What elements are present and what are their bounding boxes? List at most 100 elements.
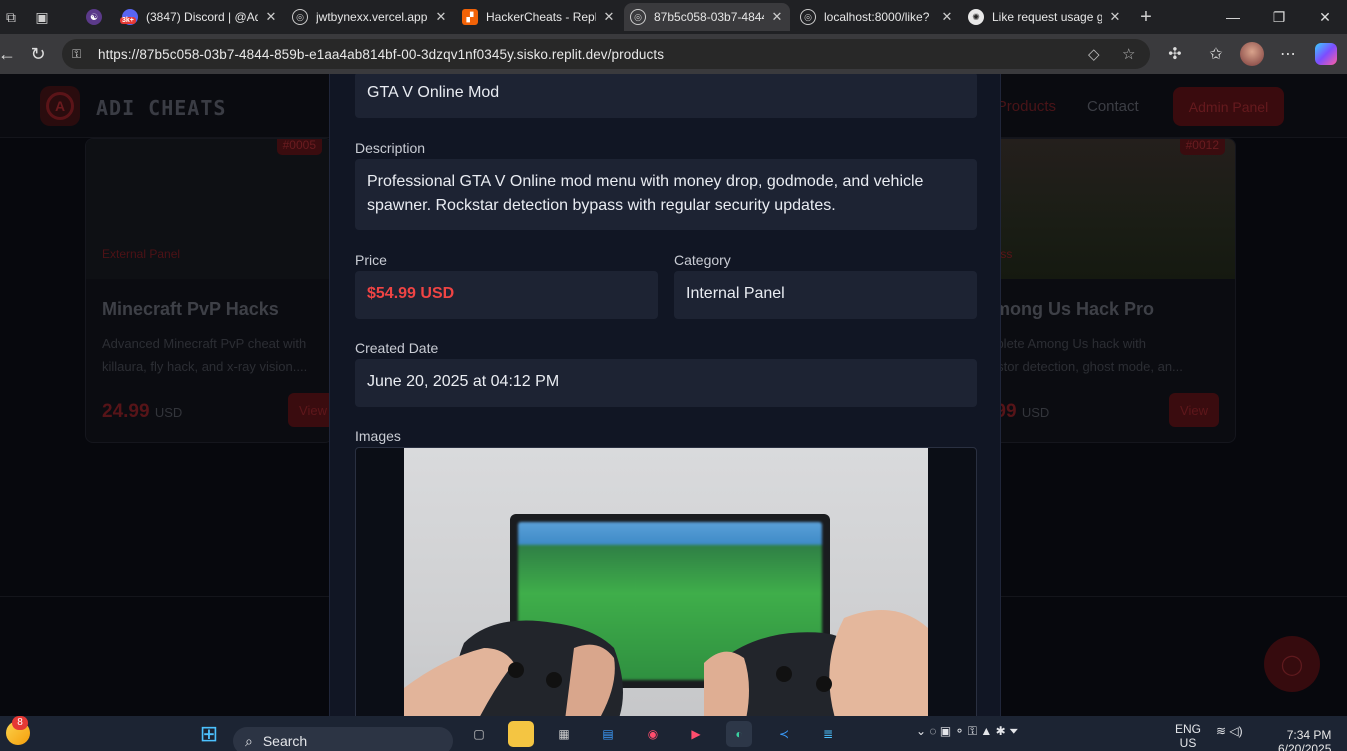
product-card[interactable]: #0005 External Panel Minecraft PvP Hacks… — [85, 138, 333, 443]
close-icon[interactable]: ✕ — [264, 9, 278, 25]
tab-title: Like request usage g — [992, 10, 1102, 24]
language-region: US — [1179, 736, 1197, 750]
favorite-star-icon[interactable]: ☆ — [1122, 39, 1135, 69]
category-field: Internal Panel — [674, 271, 977, 319]
product-category: External Panel — [102, 247, 181, 261]
category-label: Category — [674, 252, 731, 268]
tab-discord[interactable]: 3k+ (3847) Discord | @Ad ✕ — [116, 3, 284, 31]
notification-badge: 8 — [12, 716, 28, 730]
tab-hackercheats[interactable]: ▞ HackerCheats - Repl ✕ — [456, 3, 622, 31]
price-field: $54.99 USD — [355, 271, 658, 319]
pinned-app-icon: ☯ — [86, 9, 102, 25]
search-placeholder: Search — [262, 733, 308, 749]
globe-icon: ◎ — [292, 9, 308, 25]
globe-icon: ◎ — [630, 9, 646, 25]
discord-badge: 3k+ — [120, 17, 136, 24]
clock-time: 7:34 PM — [1286, 728, 1332, 742]
game-app-icon[interactable]: ▦ — [551, 721, 577, 747]
windows-taskbar: 8 ⊞ ⌕ Search ▢ ▦ ▤ ◉ ▶ ◐ ≺ ≣ ⌄ ◌ ▣ ⚬ ⚿ ▲… — [0, 716, 1347, 751]
admin-panel-button[interactable]: Admin Panel — [1173, 87, 1284, 126]
refresh-icon[interactable]: ↻ — [25, 44, 51, 65]
product-card[interactable]: #0012 Bypass Among Us Hack Pro Complete … — [988, 138, 1236, 443]
edge-icon[interactable]: ◐ — [726, 721, 752, 747]
url-text: https://87b5c058-03b7-4844-859b-e1aa4ab8… — [98, 46, 665, 62]
new-tab-icon[interactable]: + — [1135, 6, 1157, 28]
network-volume-icons[interactable]: ≋ ◁) — [1216, 724, 1243, 738]
tab-active-products[interactable]: ◎ 87b5c058-03b7-4844 ✕ — [624, 3, 790, 31]
tracking-icon[interactable]: ◇ — [1088, 39, 1100, 69]
price-currency: USD — [154, 405, 183, 420]
back-icon[interactable]: ← — [0, 44, 20, 65]
url-field[interactable]: ⚿ https://87b5c058-03b7-4844-859b-e1aa4a… — [62, 39, 1150, 69]
product-description: Advanced Minecraft PvP cheat with killau… — [102, 336, 308, 374]
task-view-icon[interactable]: ▢ — [466, 721, 492, 747]
description-field: Professional GTA V Online mod menu with … — [355, 159, 977, 230]
tab-like-request[interactable]: ✺ Like request usage g ✕ — [962, 3, 1128, 31]
images-label: Images — [355, 428, 401, 444]
close-icon[interactable]: ✕ — [940, 9, 954, 25]
gamepad-hands-illustration — [404, 610, 928, 716]
tab-title: 87b5c058-03b7-4844 — [654, 10, 764, 24]
workspaces-icon[interactable]: ⧉ — [0, 6, 22, 28]
taskbar-search[interactable]: ⌕ Search — [233, 727, 453, 751]
file-explorer-icon[interactable] — [508, 721, 534, 747]
tab-pinned[interactable]: ☯ — [80, 3, 106, 31]
tab-title: HackerCheats - Repl — [486, 10, 596, 24]
camera-app-icon[interactable]: ◉ — [640, 721, 666, 747]
price-amount: 24.99 — [102, 401, 150, 422]
tab-title: (3847) Discord | @Ad — [146, 10, 258, 24]
product-image-frame — [355, 447, 977, 716]
chat-button[interactable]: ◯ — [1264, 636, 1320, 692]
nav-contact[interactable]: Contact — [1087, 98, 1139, 115]
extensions-icon[interactable]: ✣ — [1162, 44, 1188, 64]
close-icon[interactable]: ✕ — [434, 9, 448, 25]
close-icon[interactable]: ✕ — [770, 9, 784, 25]
created-date-label: Created Date — [355, 340, 439, 356]
browser-tab-bar: ⧉ ▣ ☯ 3k+ (3847) Discord | @Ad ✕ ◎ jwtbyn… — [0, 0, 1347, 34]
profile-avatar[interactable] — [1240, 42, 1264, 66]
window-close-icon[interactable]: ✕ — [1302, 0, 1347, 34]
language-indicator[interactable]: ENG US — [1175, 722, 1201, 750]
language-code: ENG — [1175, 722, 1202, 736]
clock-date: 6/20/2025 — [1278, 742, 1332, 751]
store-icon[interactable]: ▤ — [595, 721, 621, 747]
product-id-badge: #0005 — [276, 139, 322, 155]
tab-title: jwtbynexx.vercel.app — [316, 10, 428, 24]
minimize-icon[interactable]: — — [1210, 0, 1256, 34]
product-photo[interactable] — [404, 448, 928, 716]
taskbar-clock[interactable]: 7:34 PM 6/20/2025 — [1278, 728, 1331, 751]
product-title: Among Us Hack Pro — [988, 299, 1155, 319]
close-icon[interactable]: ✕ — [1108, 9, 1122, 25]
price-currency: USD — [1021, 405, 1050, 420]
media-app-icon[interactable]: ▶ — [683, 721, 709, 747]
tab-jwtbynexx[interactable]: ◎ jwtbynexx.vercel.app ✕ — [286, 3, 454, 31]
tab-title: localhost:8000/like? — [824, 10, 930, 24]
tab-localhost[interactable]: ◎ localhost:8000/like? ✕ — [794, 3, 960, 31]
price-label: Price — [355, 252, 387, 268]
vscode-icon[interactable]: ≺ — [771, 721, 797, 747]
start-button[interactable]: ⊞ — [196, 721, 222, 747]
close-icon[interactable]: ✕ — [602, 9, 616, 25]
product-details-modal: GTA V Online Mod Description Professiona… — [329, 74, 1001, 716]
copilot-icon[interactable] — [1315, 43, 1337, 65]
notepad-icon[interactable]: ≣ — [815, 721, 841, 747]
site-logo[interactable]: A — [40, 86, 80, 126]
more-options-icon[interactable]: ⋯ — [1275, 44, 1301, 64]
tab-actions-icon[interactable]: ▣ — [31, 6, 53, 28]
favorites-icon[interactable]: ✩ — [1203, 44, 1229, 64]
logo-mark-icon: A — [46, 92, 74, 120]
product-price: 24.99 USD — [102, 401, 182, 423]
chat-icon: ◯ — [1280, 653, 1304, 676]
tray-app-icons[interactable]: ⌄ ◌ ▣ ⚬ ⚿ ▲ ✱ ⏷ — [916, 724, 1019, 739]
nav-products-label: Products — [996, 98, 1056, 115]
discord-icon: 3k+ — [120, 9, 138, 25]
replit-icon: ▞ — [462, 9, 478, 25]
restore-icon[interactable]: ❐ — [1256, 0, 1302, 34]
created-date-field: June 20, 2025 at 04:12 PM — [355, 359, 977, 407]
product-image — [989, 139, 1235, 279]
view-button[interactable]: View — [288, 393, 332, 427]
site-info-icon[interactable]: ⚿ — [72, 47, 88, 62]
openai-icon: ✺ — [968, 9, 984, 25]
view-button[interactable]: View — [1169, 393, 1219, 427]
price-value: $54.99 USD — [367, 285, 455, 302]
